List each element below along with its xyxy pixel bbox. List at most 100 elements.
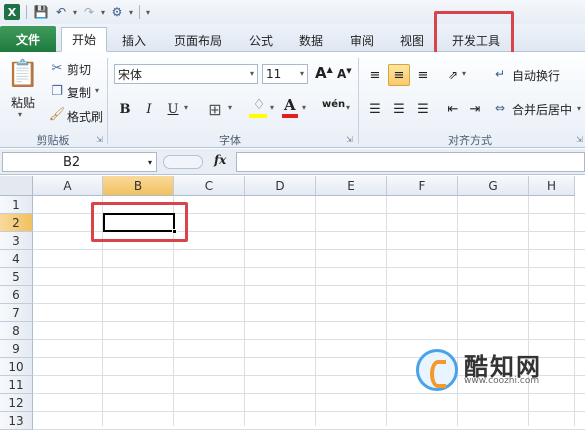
copy-button-label[interactable]: 复制 (67, 84, 91, 101)
borders-dropdown-icon[interactable]: ▾ (228, 103, 232, 112)
tab-file[interactable]: 文件 (0, 26, 56, 52)
scissors-icon[interactable]: ✂ (49, 60, 65, 76)
column-header-a[interactable]: A (33, 176, 103, 196)
grow-font-button[interactable]: A▲ (315, 64, 333, 82)
ribbon-home: 📋 粘贴 ▾ ✂ 剪切 ❐ 复制 ▾ 🖌 格式刷 剪贴板 ⇲ 宋体 ▾ 11 ▾… (0, 52, 585, 148)
excel-app-icon[interactable]: X (4, 4, 20, 20)
align-top-button[interactable]: ≡ (364, 64, 386, 86)
column-header-g[interactable]: G (458, 176, 529, 196)
tab-view[interactable]: 视图 (392, 28, 432, 52)
clipboard-launcher-icon[interactable]: ⇲ (96, 135, 103, 144)
font-size-value: 11 (266, 67, 282, 81)
wrap-text-label[interactable]: 自动换行 (512, 67, 560, 84)
cell-highlight-box (91, 202, 188, 242)
column-header-h[interactable]: H (529, 176, 575, 196)
paste-button-label[interactable]: 粘贴 (11, 94, 35, 111)
font-family-value: 宋体 (118, 67, 143, 82)
fill-color-dropdown-icon[interactable]: ▾ (270, 103, 274, 112)
italic-button[interactable]: I (138, 98, 160, 120)
watermark-url: www.coozhi.com (464, 376, 540, 386)
chevron-down-icon: ▾ (249, 69, 254, 78)
tools-icon[interactable]: ⚙ (109, 4, 125, 20)
tab-review[interactable]: 审阅 (342, 28, 382, 52)
font-color-dropdown-icon[interactable]: ▾ (302, 103, 306, 112)
underline-button[interactable]: U (162, 98, 184, 120)
copy-dropdown-icon[interactable]: ▾ (95, 86, 99, 95)
alignment-group-label: 对齐方式 (448, 134, 492, 147)
divider (26, 5, 27, 19)
row-header-10[interactable]: 10 (0, 358, 33, 376)
phonetic-guide-button[interactable]: wén (322, 99, 345, 110)
increase-indent-button[interactable]: ⇥ (464, 98, 486, 120)
format-painter-icon[interactable]: 🖌 (49, 106, 66, 122)
align-bottom-button[interactable]: ≡ (412, 64, 434, 86)
tab-data[interactable]: 数据 (291, 28, 331, 52)
row-header-13[interactable]: 13 (0, 412, 33, 430)
column-header-d[interactable]: D (245, 176, 316, 196)
row-header-9[interactable]: 9 (0, 340, 33, 358)
paste-dropdown-icon[interactable]: ▾ (18, 110, 22, 119)
undo-icon[interactable]: ↶ (53, 4, 69, 20)
column-header-f[interactable]: F (387, 176, 458, 196)
shrink-font-button[interactable]: A▼ (337, 67, 352, 81)
align-middle-button[interactable]: ≡ (388, 64, 410, 86)
format-painter-label[interactable]: 格式刷 (67, 108, 103, 125)
save-icon[interactable]: 💾 (33, 4, 49, 20)
underline-dropdown-icon[interactable]: ▾ (184, 103, 188, 112)
tab-formulas[interactable]: 公式 (241, 28, 281, 52)
column-header-e[interactable]: E (316, 176, 387, 196)
decrease-indent-button[interactable]: ⇤ (442, 98, 464, 120)
font-size-select[interactable]: 11 ▾ (262, 64, 308, 84)
tab-page-layout[interactable]: 页面布局 (166, 28, 230, 52)
developer-tab-highlight (434, 11, 514, 58)
font-color-button[interactable]: A (284, 96, 296, 114)
orientation-dropdown-icon[interactable]: ▾ (462, 69, 466, 78)
bold-button[interactable]: B (114, 98, 136, 120)
name-box[interactable]: B2 ▾ (2, 152, 157, 172)
row-header-4[interactable]: 4 (0, 250, 33, 268)
row-header-1[interactable]: 1 (0, 196, 33, 214)
orientation-button[interactable]: ⇗ (442, 64, 464, 86)
row-gridline (33, 321, 585, 322)
undo-dropdown-icon[interactable]: ▾ (73, 8, 77, 17)
paste-icon[interactable]: 📋 (7, 58, 39, 90)
merge-dropdown-icon[interactable]: ▾ (577, 104, 581, 113)
row-header-11[interactable]: 11 (0, 376, 33, 394)
redo-dropdown-icon[interactable]: ▾ (101, 8, 105, 17)
row-header-12[interactable]: 12 (0, 394, 33, 412)
row-header-2[interactable]: 2 (0, 214, 33, 232)
font-group-label: 字体 (219, 134, 241, 147)
merge-center-label[interactable]: 合并后居中 (512, 101, 572, 118)
cut-button-label[interactable]: 剪切 (67, 61, 91, 78)
tab-home[interactable]: 开始 (61, 27, 107, 52)
column-header-c[interactable]: C (174, 176, 245, 196)
align-center-button[interactable]: ☰ (388, 98, 410, 120)
tools-dropdown-icon[interactable]: ▾ (129, 8, 133, 17)
merge-center-icon[interactable]: ⇔ (492, 100, 508, 116)
row-header-6[interactable]: 6 (0, 286, 33, 304)
customize-qat-icon[interactable]: ▾ (146, 8, 150, 17)
insert-function-button[interactable]: fx (214, 153, 226, 167)
align-right-button[interactable]: ☰ (412, 98, 434, 120)
align-left-button[interactable]: ☰ (364, 98, 386, 120)
row-gridline (33, 267, 585, 268)
tab-insert[interactable]: 插入 (114, 28, 154, 52)
font-launcher-icon[interactable]: ⇲ (346, 135, 353, 144)
redo-icon[interactable]: ↷ (81, 4, 97, 20)
row-header-8[interactable]: 8 (0, 322, 33, 340)
formula-input[interactable] (236, 152, 585, 172)
copy-icon[interactable]: ❐ (49, 83, 65, 99)
font-family-select[interactable]: 宋体 ▾ (114, 64, 258, 84)
formula-bar-resize-handle[interactable] (163, 155, 203, 169)
select-all-button[interactable] (0, 176, 33, 196)
borders-icon[interactable]: ⊞ (205, 98, 225, 120)
row-header-5[interactable]: 5 (0, 268, 33, 286)
wrap-text-icon[interactable]: ↵ (492, 66, 508, 82)
row-header-7[interactable]: 7 (0, 304, 33, 322)
fill-color-swatch (249, 114, 267, 118)
phonetic-dropdown-icon[interactable]: ▾ (346, 103, 350, 112)
row-header-3[interactable]: 3 (0, 232, 33, 250)
column-header-b[interactable]: B (103, 176, 174, 196)
fill-color-icon[interactable]: ♢ (249, 96, 269, 114)
alignment-launcher-icon[interactable]: ⇲ (576, 135, 583, 144)
